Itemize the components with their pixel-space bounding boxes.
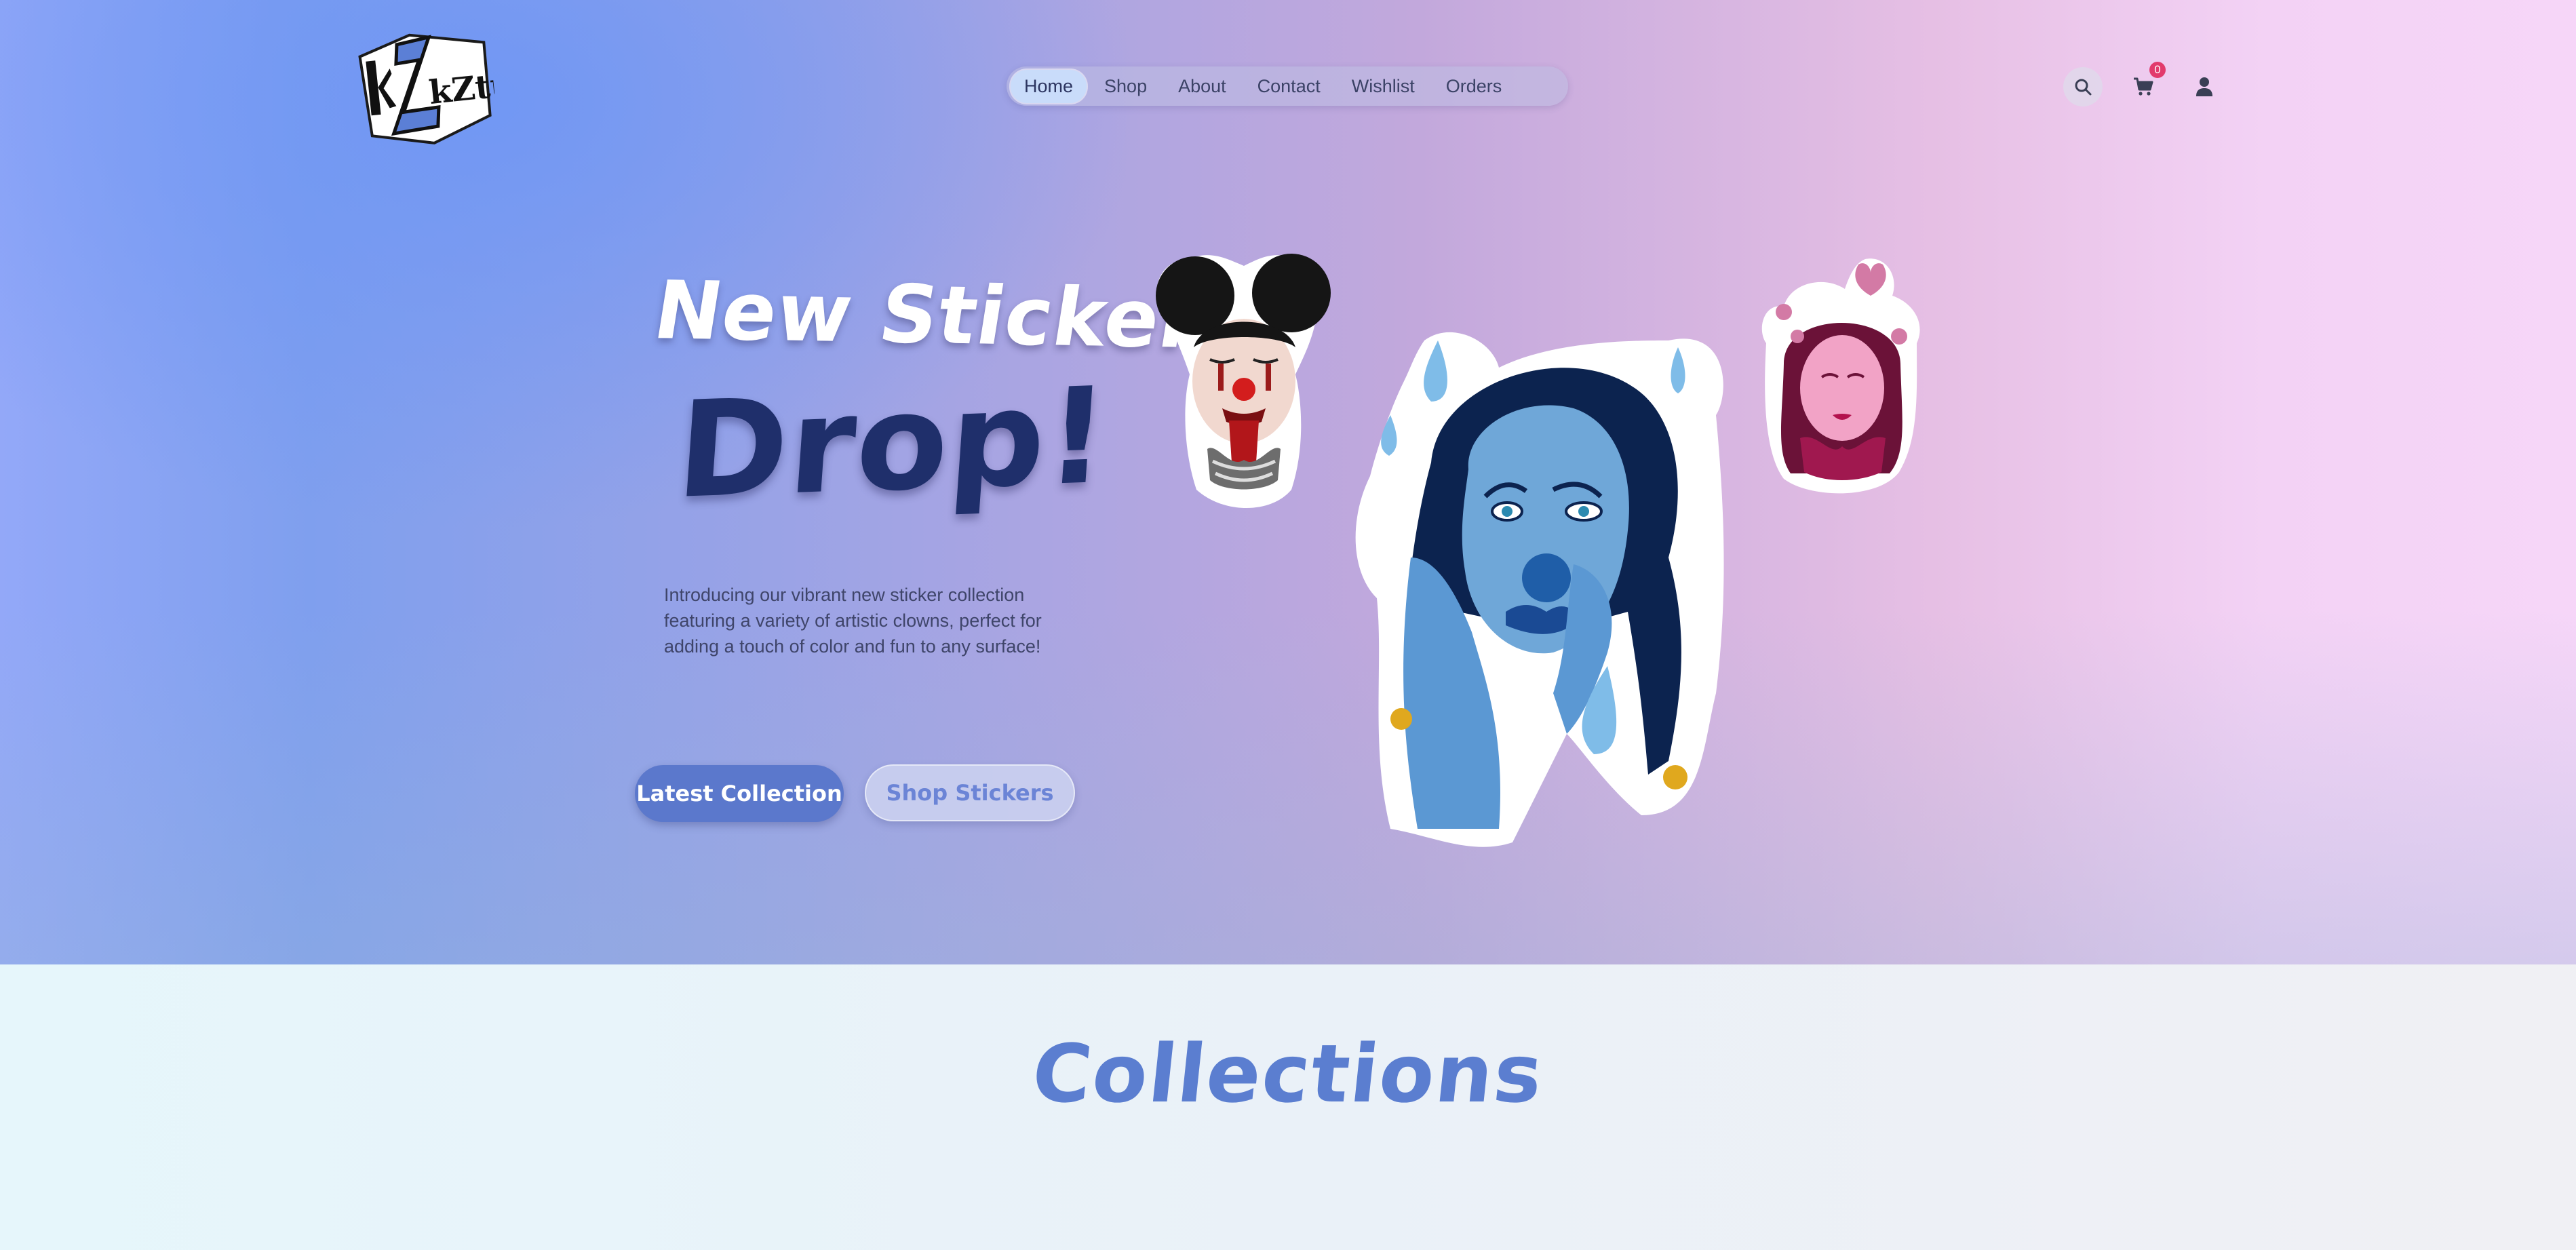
- blue-clown-sticker-art: [1355, 332, 1724, 847]
- nav-item-shop[interactable]: Shop: [1091, 70, 1160, 103]
- clown-girl-sticker-art: [1156, 254, 1331, 508]
- search-icon: [2075, 79, 2092, 96]
- hero-tint: [0, 610, 2576, 964]
- collections-section: Collections: [0, 964, 2576, 1250]
- cart-count-badge: 0: [2149, 62, 2166, 78]
- search-button[interactable]: [2063, 67, 2103, 106]
- user-icon: [2196, 77, 2212, 96]
- user-button[interactable]: [2185, 67, 2224, 106]
- nav-item-orders[interactable]: Orders: [1432, 70, 1516, 103]
- hero-title-line1: New Sticker: [648, 262, 1208, 367]
- logo[interactable]: kZtudioz: [348, 22, 591, 157]
- logo-graphic: kZtudioz: [358, 33, 591, 144]
- cart-icon: [2134, 77, 2153, 96]
- shop-stickers-button[interactable]: Shop Stickers: [865, 764, 1075, 821]
- nav-item-contact[interactable]: Contact: [1244, 70, 1334, 103]
- main-nav: Home Shop About Contact Wishlist Orders: [1007, 66, 1568, 106]
- pink-clown-sticker-art: [1761, 258, 1920, 494]
- latest-collection-button[interactable]: Latest Collection: [635, 765, 844, 822]
- nav-item-about[interactable]: About: [1165, 70, 1240, 103]
- nav-item-home[interactable]: Home: [1011, 69, 1087, 103]
- hero-title-line2: Drop!: [672, 359, 1114, 528]
- hero-description: Introducing our vibrant new sticker coll…: [664, 585, 1042, 657]
- clown-girl-black-puffs-sticker[interactable]: [1142, 246, 1343, 514]
- nav-item-wishlist[interactable]: Wishlist: [1338, 70, 1428, 103]
- collections-title: Collections: [1028, 1027, 1548, 1120]
- pink-clown-girl-sticker[interactable]: [1757, 255, 1926, 499]
- blue-crying-clown-sticker[interactable]: [1350, 313, 1730, 849]
